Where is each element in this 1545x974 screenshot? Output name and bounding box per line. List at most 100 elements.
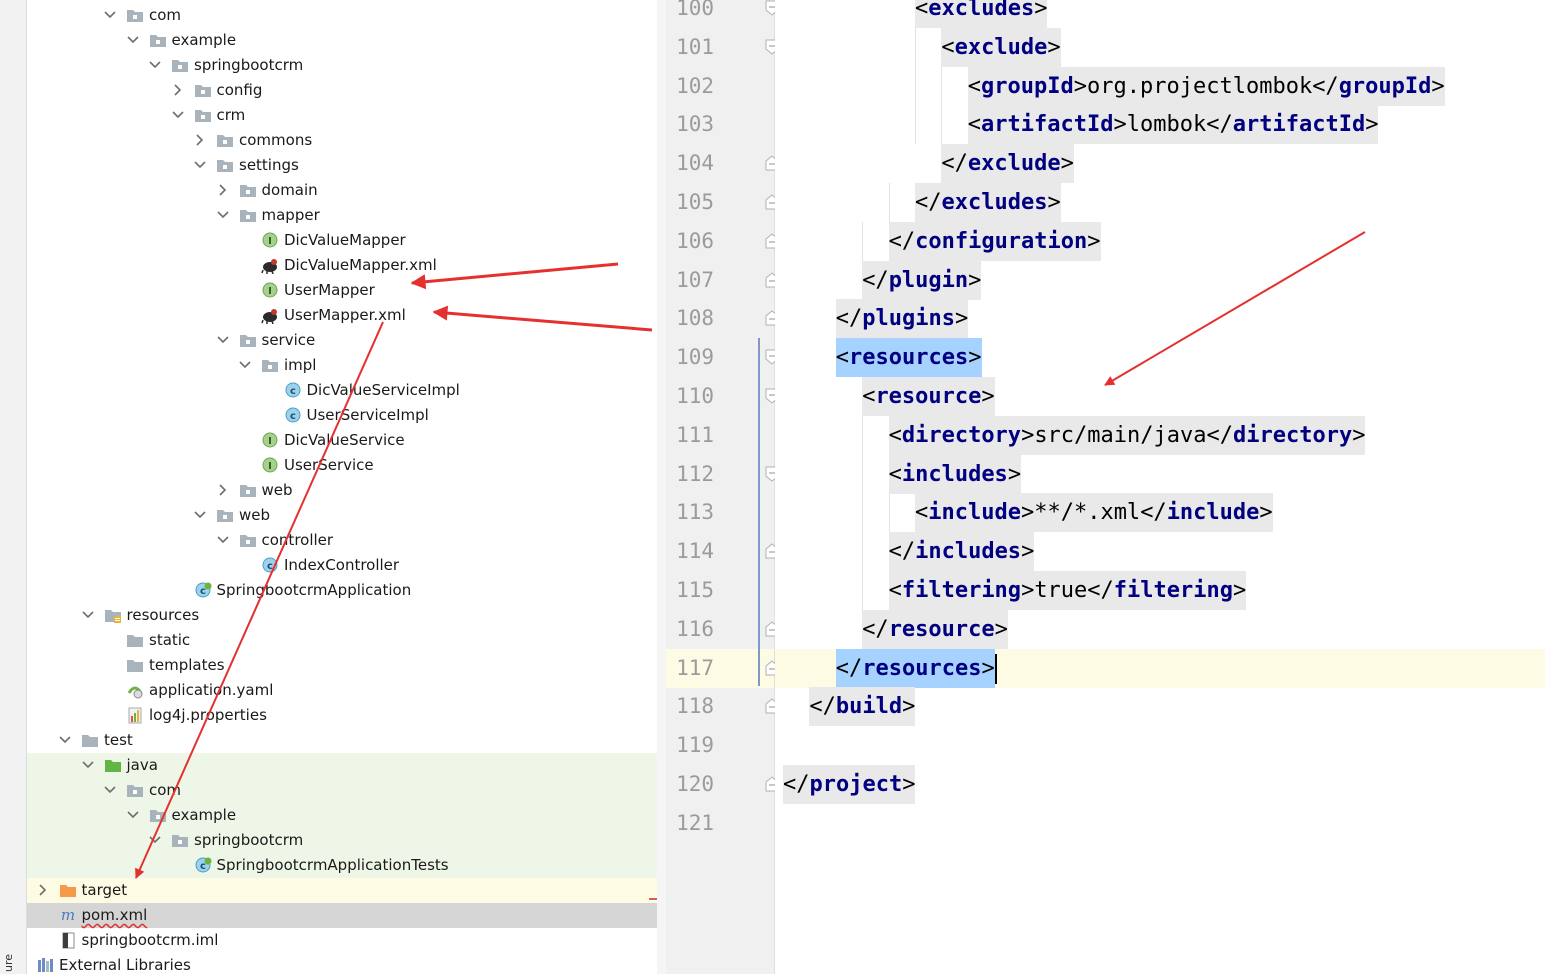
code-line[interactable]: <resources> — [775, 338, 1545, 378]
tree-node-label: service — [261, 331, 316, 349]
tree-node[interactable]: DicValueMapper.xml — [27, 253, 665, 278]
tree-node[interactable]: c IndexController — [27, 553, 665, 578]
chevron-right-icon[interactable] — [215, 482, 231, 498]
project-tree[interactable]: com example springbootcrm config crm commons s… — [27, 0, 665, 974]
tree-node[interactable]: c DicValueServiceImpl — [27, 378, 665, 403]
code-line[interactable]: </resource> — [775, 609, 1545, 649]
side-tool-strip[interactable]: ure — [0, 0, 27, 974]
chevron-down-icon[interactable] — [215, 532, 231, 548]
tree-node[interactable]: I DicValueService — [27, 428, 665, 453]
chevron-down-icon[interactable] — [57, 732, 73, 748]
chevron-down-icon[interactable] — [125, 807, 141, 823]
code-line[interactable]: <artifactId>lombok</artifactId> — [775, 105, 1545, 145]
tree-node[interactable]: log4j.properties — [27, 703, 665, 728]
chevron-down-icon[interactable] — [192, 157, 208, 173]
tree-node[interactable]: c SpringbootcrmApplication — [27, 578, 665, 603]
code-line[interactable] — [775, 804, 1545, 843]
code-line[interactable]: </build> — [775, 687, 1545, 727]
tree-node[interactable]: example — [27, 803, 665, 828]
tree-node[interactable]: settings — [27, 153, 665, 178]
tree-scrollbar[interactable] — [657, 0, 666, 974]
tree-node[interactable]: commons — [27, 128, 665, 153]
tree-node[interactable]: c UserServiceImpl — [27, 403, 665, 428]
tree-node[interactable]: m pom.xml — [27, 903, 665, 928]
tree-node-label: example — [171, 31, 237, 49]
tree-node[interactable]: crm — [27, 103, 665, 128]
chevron-right-icon[interactable] — [215, 182, 231, 198]
code-editor[interactable]: <excludes> <exclude> <groupId>org.projectl… — [775, 0, 1545, 974]
code-line[interactable]: </includes> — [775, 532, 1545, 572]
tree-node[interactable]: mapper — [27, 203, 665, 228]
tree-node-label: External Libraries — [59, 956, 191, 974]
code-line[interactable]: </project> — [775, 765, 1545, 804]
chevron-down-icon[interactable] — [80, 607, 96, 623]
tree-node[interactable]: I UserMapper — [27, 278, 665, 303]
chevron-right-icon[interactable] — [192, 132, 208, 148]
chevron-down-icon[interactable] — [237, 357, 253, 373]
line-number: 117 — [676, 655, 714, 680]
code-line[interactable]: </configuration> — [775, 221, 1545, 261]
code-line[interactable]: <excludes> — [775, 0, 1545, 28]
code-line[interactable] — [775, 726, 1545, 765]
code-line[interactable]: <resource> — [775, 377, 1545, 416]
code-line[interactable]: </plugin> — [775, 260, 1545, 300]
package-icon — [126, 781, 144, 799]
chevron-down-icon[interactable] — [102, 782, 118, 798]
tree-node[interactable]: impl — [27, 353, 665, 378]
code-line[interactable]: </excludes> — [775, 183, 1545, 222]
chevron-down-icon[interactable] — [125, 32, 141, 48]
tree-node[interactable]: UserMapper.xml — [27, 303, 665, 328]
chevron-down-icon[interactable] — [147, 57, 163, 73]
tree-node[interactable]: application.yaml — [27, 678, 665, 703]
chevron-down-icon[interactable] — [215, 332, 231, 348]
chevron-down-icon[interactable] — [80, 757, 96, 773]
tree-node[interactable]: web — [27, 503, 665, 528]
code-line[interactable]: </exclude> — [775, 144, 1545, 184]
tree-node[interactable]: controller — [27, 528, 665, 553]
code-line[interactable]: <includes> — [775, 454, 1545, 494]
vcs-change-marker[interactable] — [758, 338, 760, 686]
tree-node[interactable]: c SpringbootcrmApplicationTests — [27, 853, 665, 878]
tree-node[interactable]: java — [27, 753, 665, 778]
tree-node[interactable]: config — [27, 78, 665, 103]
tree-node[interactable]: web — [27, 478, 665, 503]
code-line[interactable]: <groupId>org.projectlombok</groupId> — [775, 66, 1545, 106]
tree-node[interactable]: target — [27, 878, 665, 903]
tree-node[interactable]: I UserService — [27, 453, 665, 478]
tag-name: groupId — [981, 73, 1074, 99]
tree-node[interactable]: External Libraries — [27, 953, 665, 974]
tree-node[interactable]: com — [27, 3, 665, 28]
tree-node[interactable]: static — [27, 628, 665, 653]
code-line[interactable]: <exclude> — [775, 27, 1545, 67]
code-line[interactable]: </resources> — [775, 648, 1545, 688]
chevron-down-icon[interactable] — [192, 507, 208, 523]
tree-node[interactable]: test — [27, 728, 665, 753]
tree-node[interactable]: com — [27, 778, 665, 803]
tree-node[interactable]: resources — [27, 603, 665, 628]
tree-node[interactable]: service — [27, 328, 665, 353]
tree-node[interactable]: springbootcrm — [27, 53, 665, 78]
code-line[interactable]: <include>**/*.xml</include> — [775, 493, 1545, 533]
tree-node[interactable]: springbootcrm.iml — [27, 928, 665, 953]
structure-tab-label[interactable]: ure — [2, 954, 15, 972]
tag-bracket: > — [981, 384, 995, 409]
code-line[interactable]: </plugins> — [775, 299, 1545, 339]
tag-name: resources — [862, 655, 982, 681]
code-line[interactable]: <filtering>true</filtering> — [775, 571, 1545, 610]
package-icon — [149, 31, 167, 49]
chevron-right-icon[interactable] — [35, 882, 51, 898]
chevron-down-icon[interactable] — [170, 107, 186, 123]
chevron-down-icon[interactable] — [147, 832, 163, 848]
tree-node[interactable]: templates — [27, 653, 665, 678]
tag-name: resource — [888, 616, 995, 642]
chevron-down-icon[interactable] — [102, 7, 118, 23]
tree-node[interactable]: springbootcrm — [27, 828, 665, 853]
tree-node[interactable]: I DicValueMapper — [27, 228, 665, 253]
chevron-down-icon[interactable] — [215, 207, 231, 223]
chevron-right-icon[interactable] — [27, 957, 28, 973]
chevron-right-icon[interactable] — [170, 82, 186, 98]
line-number: 108 — [676, 306, 714, 331]
tree-node[interactable]: domain — [27, 178, 665, 203]
code-line[interactable]: <directory>src/main/java</directory> — [775, 415, 1545, 455]
tree-node[interactable]: example — [27, 28, 665, 53]
